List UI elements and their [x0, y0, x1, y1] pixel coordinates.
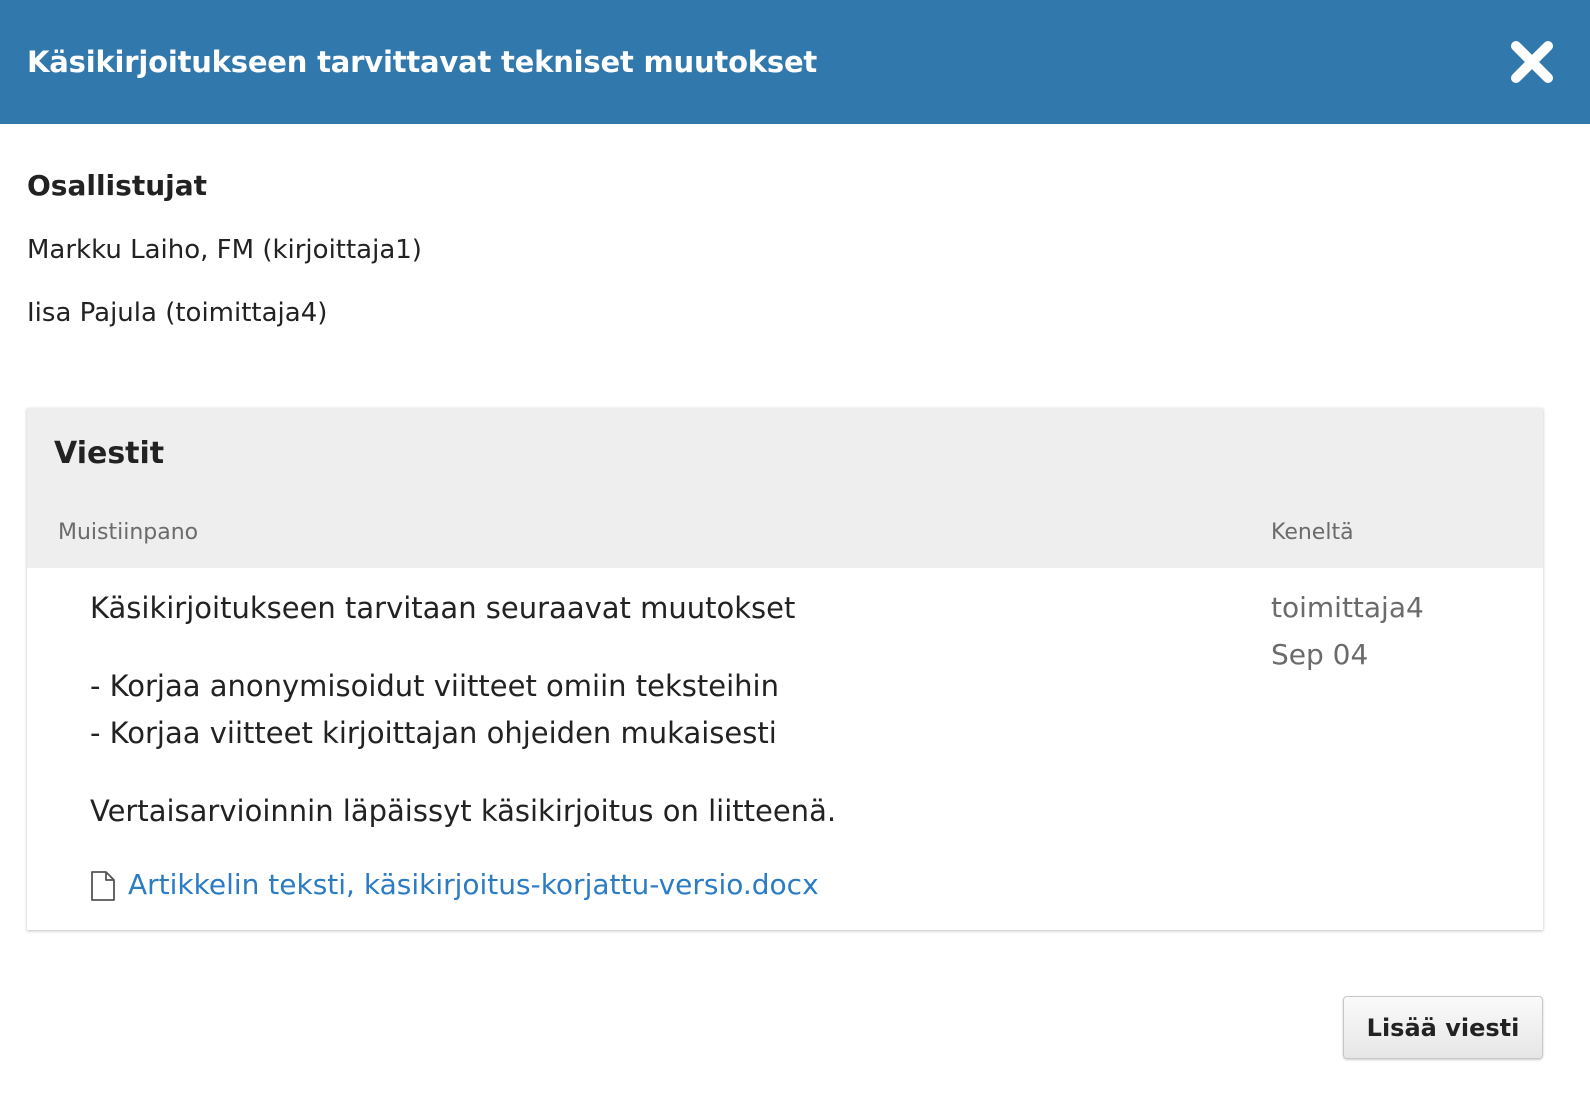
participants-section: Osallistujat Markku Laiho, FM (kirjoitta…: [27, 166, 422, 331]
message-line: - Korjaa viitteet kirjoittajan ohjeiden …: [90, 716, 777, 750]
column-header-note: Muistiinpano: [58, 520, 199, 545]
message-sender: toimittaja4: [1271, 591, 1424, 624]
messages-panel: Viestit Muistiinpano Keneltä Käsikirjoit…: [27, 408, 1543, 930]
close-button[interactable]: [1504, 34, 1560, 90]
message-body: Käsikirjoitukseen tarvitaan seuraavat mu…: [90, 588, 1190, 901]
file-icon: [91, 870, 115, 901]
message-line: - Korjaa anonymisoidut viitteet omiin te…: [90, 669, 779, 703]
attachment-link-row[interactable]: Artikkelin teksti, käsikirjoitus-korjatt…: [90, 868, 1190, 901]
participant-item: Iisa Pajula (toimittaja4): [27, 298, 328, 328]
close-icon: [1511, 41, 1553, 83]
messages-header: Viestit Muistiinpano Keneltä: [27, 408, 1543, 568]
message-line: Käsikirjoitukseen tarvitaan seuraavat mu…: [90, 591, 796, 625]
attachment-link[interactable]: Artikkelin teksti, käsikirjoitus-korjatt…: [128, 868, 819, 901]
message-date: Sep 04: [1271, 638, 1369, 671]
modal-header: Käsikirjoitukseen tarvittavat tekniset m…: [0, 0, 1590, 124]
modal-title: Käsikirjoitukseen tarvittavat tekniset m…: [27, 45, 818, 79]
message-row: Käsikirjoitukseen tarvitaan seuraavat mu…: [27, 568, 1543, 930]
column-header-from: Keneltä: [1271, 520, 1354, 545]
messages-title: Viestit: [54, 436, 165, 471]
add-message-button[interactable]: Lisää viesti: [1343, 996, 1543, 1059]
participants-heading: Osallistujat: [27, 169, 208, 202]
message-line: Vertaisarvioinnin läpäissyt käsikirjoitu…: [90, 794, 837, 828]
participant-item: Markku Laiho, FM (kirjoittaja1): [27, 235, 422, 265]
message-meta: toimittaja4 Sep 04: [1271, 588, 1424, 675]
